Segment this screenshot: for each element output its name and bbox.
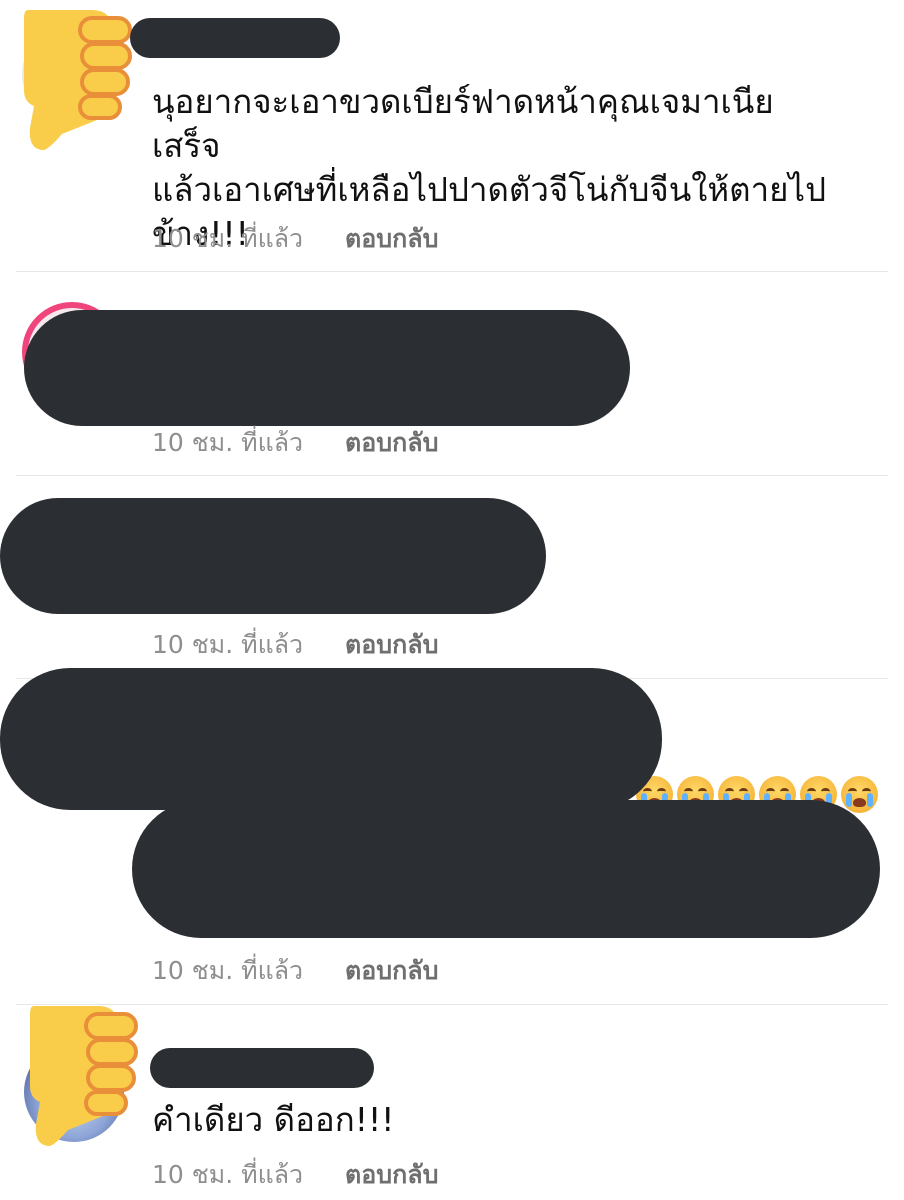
comment-time: 10 ชม. ที่แล้ว <box>152 956 304 985</box>
redacted-content <box>0 498 546 614</box>
reply-button[interactable]: ตอบกลับ <box>345 630 438 659</box>
comment-meta: 10 ชม. ที่แล้ว ตอบกลับ <box>152 224 438 254</box>
comment-time: 10 ชม. ที่แล้ว <box>152 1160 304 1189</box>
redacted-content <box>132 800 880 938</box>
thumbs-down-icon <box>22 10 132 150</box>
loudly-crying-face-icon <box>841 776 878 813</box>
reply-button[interactable]: ตอบกลับ <box>345 428 438 457</box>
divider <box>16 1004 888 1005</box>
comment-text: คำเดียว ดีออก!!! <box>152 1100 395 1139</box>
divider <box>16 475 888 476</box>
redacted-username <box>130 18 340 58</box>
comment-time: 10 ชม. ที่แล้ว <box>152 428 304 457</box>
reply-button[interactable]: ตอบกลับ <box>345 1160 438 1189</box>
thumbs-down-icon <box>28 1006 138 1146</box>
comment-meta: 10 ชม. ที่แล้ว ตอบกลับ <box>152 1160 438 1190</box>
reply-button[interactable]: ตอบกลับ <box>345 956 438 985</box>
redacted-content <box>24 310 630 426</box>
comment-time: 10 ชม. ที่แล้ว <box>152 224 304 253</box>
comment-meta: 10 ชม. ที่แล้ว ตอบกลับ <box>152 956 438 986</box>
comment-time: 10 ชม. ที่แล้ว <box>152 630 304 659</box>
comment-meta: 10 ชม. ที่แล้ว ตอบกลับ <box>152 428 438 458</box>
reply-button[interactable]: ตอบกลับ <box>345 224 438 253</box>
comment-meta: 10 ชม. ที่แล้ว ตอบกลับ <box>152 630 438 660</box>
redacted-username <box>150 1048 374 1088</box>
redacted-content <box>0 668 662 810</box>
divider <box>16 271 888 272</box>
